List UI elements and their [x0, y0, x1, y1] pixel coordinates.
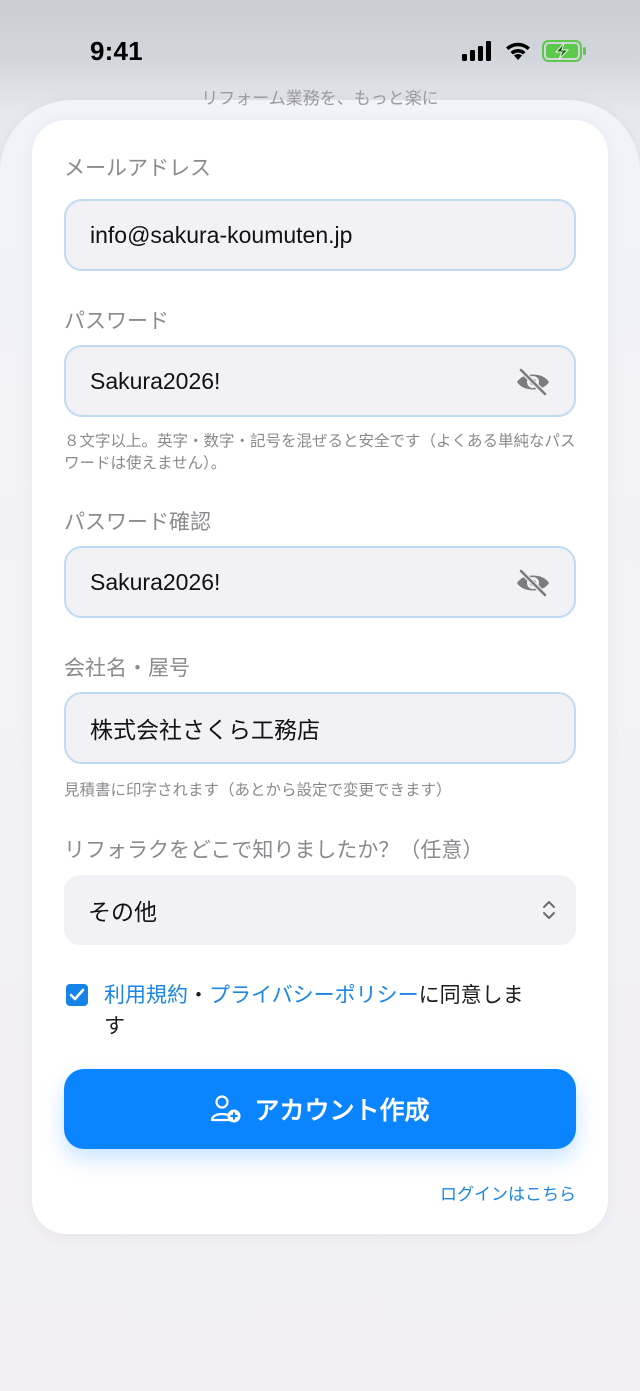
company-label: 会社名・屋号	[64, 656, 190, 680]
cellular-signal-icon	[462, 41, 491, 61]
terms-link[interactable]: 利用規約	[104, 983, 188, 1007]
referral-label: リフォラクをどこで知りましたか？（任意）	[64, 838, 484, 862]
password-hint: ８文字以上。英字・数字・記号を混ぜると安全です（よくある単純なパスワードは使えま…	[64, 432, 576, 472]
wifi-icon	[506, 42, 530, 60]
chevron-up-down-icon	[543, 901, 555, 919]
password-value: Sakura2026!	[90, 367, 221, 394]
status-time: 9:41	[90, 36, 143, 66]
company-value: 株式会社さくら工務店	[90, 717, 320, 743]
agreement-separator: ・	[188, 983, 209, 1007]
company-field[interactable]: 株式会社さくら工務店	[64, 692, 576, 764]
password-field[interactable]: Sakura2026!	[64, 345, 576, 417]
eye-slash-icon[interactable]	[514, 568, 552, 598]
person-add-icon	[211, 1095, 241, 1123]
eye-slash-icon[interactable]	[514, 367, 552, 397]
email-value: info@sakura-koumuten.jp	[90, 221, 353, 248]
password-confirm-value: Sakura2026!	[90, 568, 221, 595]
email-field[interactable]: info@sakura-koumuten.jp	[64, 199, 576, 271]
sheet-tagline: リフォーム業務を、もっと楽に	[201, 89, 439, 106]
terms-agreement: 利用規約・プライバシーポリシーに同意します	[66, 980, 546, 1042]
agree-checkbox[interactable]	[66, 984, 88, 1006]
checkmark-icon	[69, 988, 85, 1001]
password-label: パスワード	[64, 309, 169, 333]
email-label: メールアドレス	[64, 156, 211, 180]
signup-form-card: メールアドレス info@sakura-koumuten.jp パスワード Sa…	[32, 120, 608, 1234]
referral-selected-value: その他	[88, 899, 157, 925]
company-hint: 見積書に印字されます（あとから設定で変更できます）	[64, 781, 452, 799]
agreement-text: 利用規約・プライバシーポリシーに同意します	[104, 980, 544, 1042]
create-account-label: アカウント作成	[254, 1096, 430, 1125]
create-account-button[interactable]: アカウント作成	[64, 1069, 576, 1149]
battery-charging-icon	[542, 40, 586, 62]
login-link[interactable]: ログインはこちら	[440, 1180, 576, 1205]
referral-select[interactable]: その他	[64, 875, 576, 945]
password-confirm-label: パスワード確認	[64, 510, 211, 534]
status-icons	[462, 40, 588, 62]
privacy-policy-link[interactable]: プライバシーポリシー	[209, 983, 419, 1007]
password-confirm-field[interactable]: Sakura2026!	[64, 546, 576, 618]
